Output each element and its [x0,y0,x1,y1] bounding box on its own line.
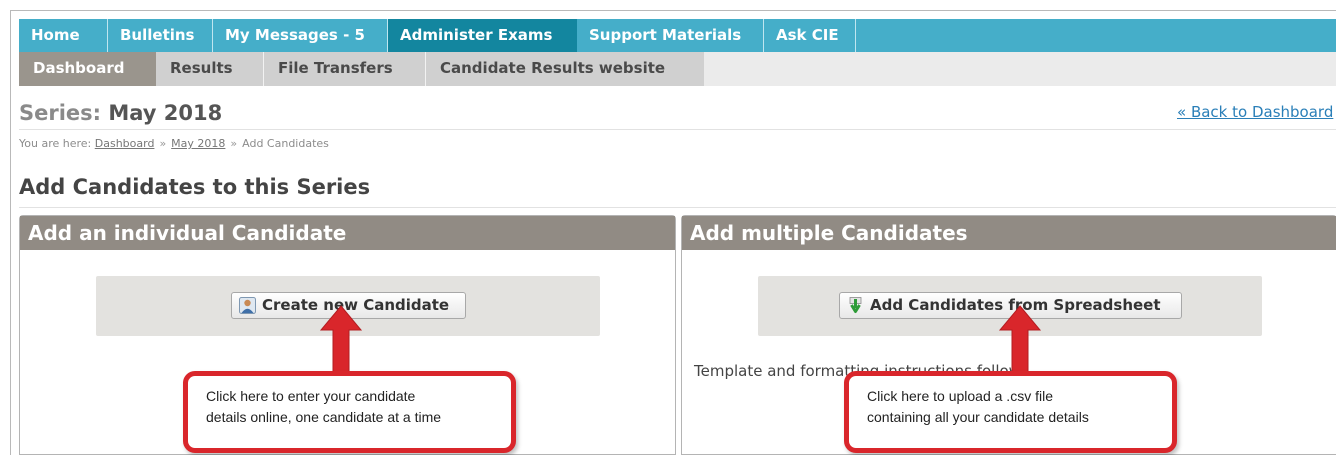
nav-bulletins[interactable]: Bulletins [108,19,213,52]
callout-line: Click here to upload a .csv file [867,388,1053,404]
series-label: Series: [19,101,102,125]
browser-frame: Home Bulletins My Messages - 5 Administe… [10,10,1336,455]
nav-ask-cie[interactable]: Ask CIE [764,19,856,52]
nav-home[interactable]: Home [19,19,108,52]
callout-line: Click here to enter your candidate [206,388,416,404]
callout-individual: Click here to enter your candidate detai… [183,371,516,453]
breadcrumb-separator: » [159,137,167,150]
breadcrumb: You are here: Dashboard » May 2018 » Add Can… [19,137,329,150]
user-icon [239,297,256,314]
primary-nav: Home Bulletins My Messages - 5 Administe… [19,19,1336,52]
callout-line: details online, one candidate at a time [206,409,442,425]
panel-title: Add multiple Candidates [682,216,1336,250]
section-heading: Add Candidates to this Series [19,175,371,199]
back-to-dashboard-link[interactable]: « Back to Dashboard [1177,103,1333,121]
callout-multiple: Click here to upload a .csv file contain… [844,371,1177,453]
breadcrumb-separator: » [230,137,238,150]
nav-my-messages[interactable]: My Messages - 5 [213,19,388,52]
page-title: Series: May 2018 [19,101,222,125]
panel-title: Add an individual Candidate [20,216,675,250]
series-value: May 2018 [108,101,223,125]
tab-dashboard[interactable]: Dashboard [19,52,156,86]
breadcrumb-prefix: You are here: [19,137,92,150]
divider [19,129,1336,130]
callout-line: containing all your candidate details [867,409,1089,425]
tab-candidate-results-website[interactable]: Candidate Results website [425,52,704,86]
divider [19,207,1336,208]
tab-results[interactable]: Results [156,52,263,86]
download-arrow-icon [849,297,862,313]
secondary-nav: Dashboard Results File Transfers Candida… [19,52,1336,86]
breadcrumb-series[interactable]: May 2018 [171,137,225,150]
breadcrumb-dashboard[interactable]: Dashboard [95,137,155,150]
nav-administer-exams[interactable]: Administer Exams [388,19,577,52]
nav-support-materials[interactable]: Support Materials [577,19,764,52]
tab-file-transfers[interactable]: File Transfers [263,52,425,86]
breadcrumb-current: Add Candidates [242,137,329,150]
